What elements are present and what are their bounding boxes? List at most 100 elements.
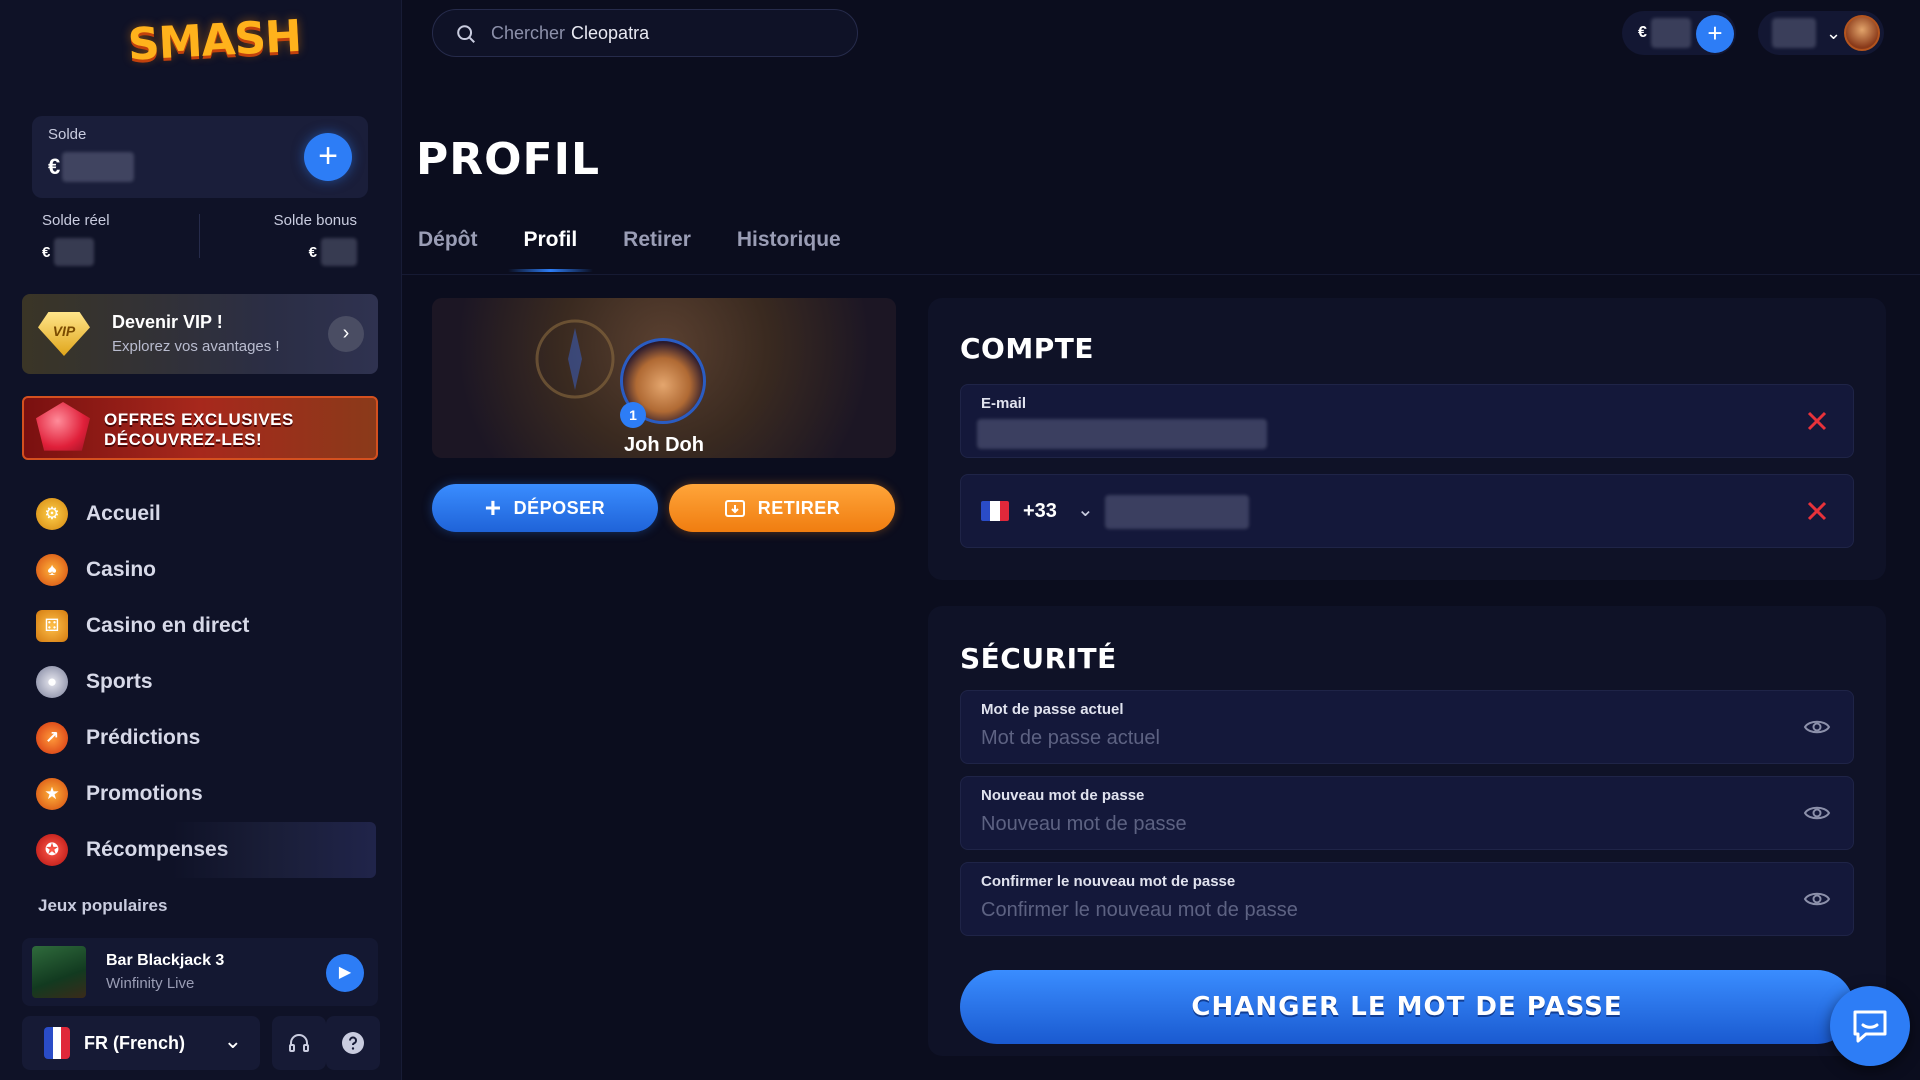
search-input[interactable]: Cleopatra (571, 23, 649, 44)
confirm-password-field[interactable]: Confirmer le nouveau mot de passe Confir… (960, 862, 1854, 936)
language-selector[interactable]: FR (French) ⌄ (22, 1016, 260, 1070)
chevron-right-icon[interactable]: › (328, 316, 364, 352)
email-field[interactable]: E-mail (960, 384, 1854, 458)
soccer-ball-icon: ● (36, 666, 68, 698)
balance-divider (199, 214, 200, 258)
tabs-divider (402, 274, 1920, 275)
current-password-field[interactable]: Mot de passe actuel Mot de passe actuel (960, 690, 1854, 764)
balance-amount-hidden (62, 152, 135, 182)
tab-profil[interactable]: Profil (507, 222, 593, 272)
tab-retirer[interactable]: Retirer (621, 222, 693, 258)
help-icon (342, 1032, 364, 1054)
support-button[interactable] (272, 1016, 326, 1070)
account-title: COMPTE (960, 332, 1094, 365)
chat-icon (1853, 1010, 1887, 1043)
nav-item-sports[interactable]: ● Sports (36, 654, 376, 710)
game-thumbnail (32, 946, 86, 998)
bonus-balance-value: € (309, 238, 357, 266)
nav-label: Accueil (86, 502, 161, 525)
promo-line-1: OFFRES EXCLUSIVES (104, 410, 294, 429)
game-name: Bar Blackjack 3 (106, 952, 225, 969)
help-button[interactable] (326, 1016, 380, 1070)
phone-field[interactable]: +33 ⌄ (960, 474, 1854, 548)
trend-icon: ↗ (36, 722, 68, 754)
promo-icon: ★ (36, 778, 68, 810)
bonus-balance-currency: € (308, 243, 317, 261)
add-funds-button[interactable]: + (304, 133, 352, 181)
live-chat-button[interactable] (1830, 986, 1910, 1066)
nav-label: Sports (86, 670, 153, 693)
profile-name: Joh Doh (624, 434, 704, 456)
tab-depot[interactable]: Dépôt (416, 222, 480, 258)
play-icon[interactable]: ▶ (326, 954, 364, 992)
profile-card: 1 Joh Doh (432, 298, 896, 458)
nav-item-casino-en-direct[interactable]: ⚃ Casino en direct (36, 598, 376, 654)
search-bar[interactable]: Chercher Cleopatra (432, 9, 858, 57)
nav-label: Casino (86, 558, 157, 581)
withdraw-label: RETIRER (757, 497, 841, 518)
confirm-password-input[interactable]: Confirmer le nouveau mot de passe (981, 899, 1298, 922)
real-balance-label: Solde réel (42, 212, 110, 229)
current-password-input[interactable]: Mot de passe actuel (981, 727, 1160, 750)
deposit-button[interactable]: + DÉPOSER (432, 484, 658, 532)
clear-email-icon[interactable] (1803, 407, 1831, 435)
chevron-down-icon[interactable]: ⌄ (1077, 497, 1094, 522)
security-panel: SÉCURITÉ Mot de passe actuel Mot de pass… (928, 606, 1886, 1056)
nav-item-promotions[interactable]: ★ Promotions (36, 766, 376, 822)
new-password-input[interactable]: Nouveau mot de passe (981, 813, 1187, 836)
nav-item-recompenses[interactable]: ✪ Récompenses (36, 822, 376, 878)
real-balance-hidden (54, 238, 95, 266)
language-label: FR (French) (84, 1032, 185, 1053)
chevron-down-icon: ⌄ (223, 1028, 242, 1053)
france-flag-icon (981, 501, 1009, 521)
exclusive-offers-banner[interactable]: OFFRES EXCLUSIVES DÉCOUVREZ-LES! (22, 396, 378, 460)
nav-item-casino[interactable]: ♠ Casino (36, 542, 376, 598)
dice-icon: ⚃ (36, 610, 68, 642)
balance-value: € (48, 152, 135, 182)
clear-phone-icon[interactable] (1803, 497, 1831, 525)
eye-icon[interactable] (1803, 801, 1831, 825)
popular-game-card[interactable]: Bar Blackjack 3 Winfinity Live ▶ (22, 938, 378, 1006)
balance-label: Solde (48, 126, 87, 143)
tab-historique[interactable]: Historique (735, 222, 843, 258)
eye-icon[interactable] (1803, 715, 1831, 739)
medal-icon: ✪ (36, 834, 68, 866)
bonus-balance-hidden (321, 238, 357, 266)
france-flag-icon (44, 1027, 70, 1059)
withdraw-button[interactable]: RETIRER (669, 484, 895, 532)
phone-value-hidden (1105, 495, 1249, 529)
level-badge: 1 (620, 402, 646, 428)
current-password-label: Mot de passe actuel (981, 701, 1124, 718)
search-placeholder: Chercher (491, 22, 566, 43)
account-panel: COMPTE E-mail +33 ⌄ (928, 298, 1886, 580)
popular-games-title: Jeux populaires (38, 896, 168, 915)
real-balance-value: € (42, 238, 95, 266)
top-deposit-button[interactable]: + (1696, 15, 1734, 53)
nav-item-accueil[interactable]: ⚙ Accueil (36, 486, 376, 542)
change-password-button[interactable]: CHANGER LE MOT DE PASSE (960, 970, 1854, 1044)
eye-icon[interactable] (1803, 887, 1831, 911)
nav-item-predictions[interactable]: ↗ Prédictions (36, 710, 376, 766)
bonus-balance-label: Solde bonus (273, 212, 357, 229)
nav-label: Récompenses (86, 838, 229, 861)
game-provider: Winfinity Live (106, 975, 195, 992)
phone-country-code[interactable]: +33 (1023, 500, 1057, 523)
vip-card[interactable]: VIP Devenir VIP ! Explorez vos avantages… (22, 294, 378, 374)
deposit-label: DÉPOSER (513, 497, 606, 518)
brand-logo[interactable]: SMASH (127, 11, 302, 75)
email-label: E-mail (981, 395, 1027, 412)
real-balance-currency: € (42, 243, 51, 261)
main-nav: ⚙ Accueil ♠ Casino ⚃ Casino en direct ● … (36, 486, 376, 878)
wallet-icon (724, 500, 745, 517)
new-password-field[interactable]: Nouveau mot de passe Nouveau mot de pass… (960, 776, 1854, 850)
plus-icon: + (484, 492, 502, 523)
wallet-widget[interactable]: € + (1622, 11, 1736, 55)
nav-label: Casino en direct (86, 614, 250, 637)
home-icon: ⚙ (36, 498, 68, 530)
vip-subtitle: Explorez vos avantages ! (112, 338, 280, 355)
confirm-password-label: Confirmer le nouveau mot de passe (981, 873, 1236, 890)
user-menu[interactable]: ⌄ (1758, 11, 1884, 55)
balance-card: Solde € + (32, 116, 368, 198)
page-title: PROFIL (416, 134, 600, 185)
email-value-hidden (977, 419, 1267, 449)
